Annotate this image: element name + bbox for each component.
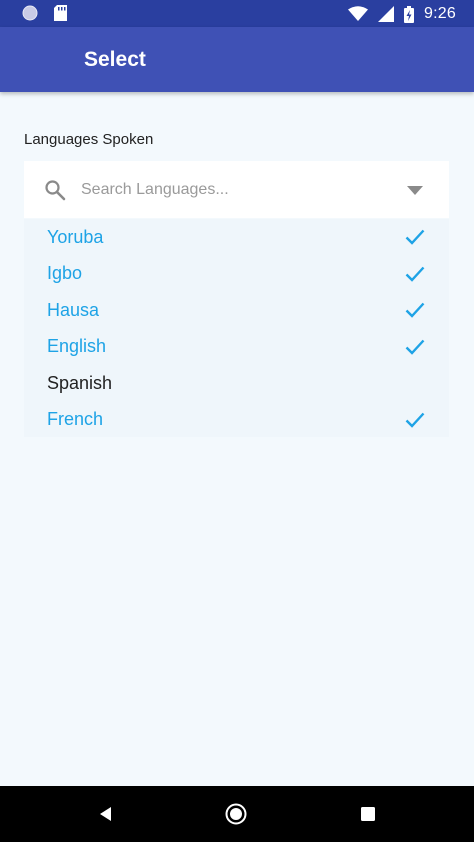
option-french[interactable]: French [24, 402, 449, 439]
home-icon[interactable] [225, 803, 247, 825]
status-time: 9:26 [424, 5, 456, 22]
option-label: Spanish [47, 372, 113, 393]
status-bar: 9:26 [0, 0, 474, 27]
language-search-box[interactable] [24, 161, 449, 218]
search-icon [45, 180, 66, 201]
option-spanish[interactable]: Spanish [24, 365, 449, 402]
option-label: Yoruba [47, 226, 104, 247]
wifi-icon [348, 6, 369, 21]
languages-spoken-label: Languages Spoken [24, 131, 154, 148]
battery-charging-icon [404, 5, 415, 23]
page-title: Select [84, 48, 146, 71]
language-options-list: Yoruba Igbo Hausa English Spanish French [24, 219, 449, 437]
search-input[interactable] [81, 177, 381, 203]
notification-dot-icon [22, 5, 38, 21]
recents-icon[interactable] [361, 807, 375, 821]
check-icon [405, 266, 425, 282]
option-igbo[interactable]: Igbo [24, 256, 449, 293]
status-left-icons [22, 5, 67, 21]
option-label: Hausa [47, 299, 100, 320]
back-icon[interactable] [98, 806, 114, 822]
dropdown-arrow-icon[interactable] [407, 186, 423, 195]
option-english[interactable]: English [24, 329, 449, 366]
status-right-icons: 9:26 [348, 3, 456, 25]
option-label: English [47, 336, 107, 357]
option-yoruba[interactable]: Yoruba [24, 219, 449, 256]
option-hausa[interactable]: Hausa [24, 292, 449, 329]
signal-icon [378, 6, 395, 22]
check-icon [405, 229, 425, 245]
option-label: French [47, 409, 104, 430]
check-icon [405, 302, 425, 318]
check-icon [405, 339, 425, 355]
navigation-bar [0, 786, 474, 842]
check-icon [405, 412, 425, 428]
sd-card-icon [54, 5, 67, 21]
app-bar: Select [0, 27, 474, 92]
option-label: Igbo [47, 263, 83, 284]
